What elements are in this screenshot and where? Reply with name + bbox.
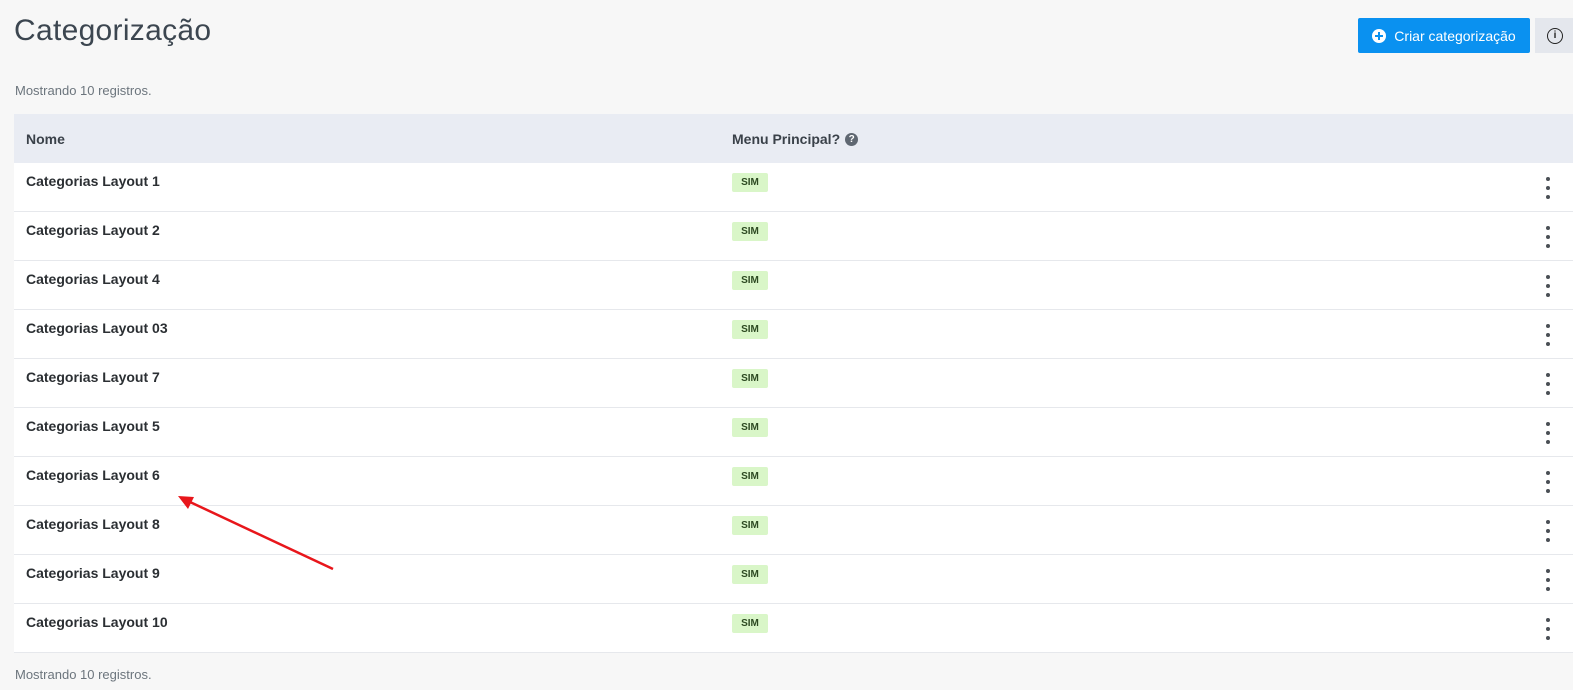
table-header: Nome Menu Principal? ? bbox=[14, 114, 1573, 163]
row-name: Categorias Layout 8 bbox=[26, 516, 160, 532]
menu-principal-badge: SIM bbox=[732, 320, 768, 339]
kebab-dot bbox=[1546, 587, 1550, 591]
table-body: Categorias Layout 1 SIM Categorias Layout … bbox=[14, 163, 1573, 653]
kebab-dot bbox=[1546, 195, 1550, 199]
kebab-menu-icon[interactable] bbox=[1540, 177, 1556, 199]
kebab-dot bbox=[1546, 489, 1550, 493]
kebab-dot bbox=[1546, 324, 1550, 328]
kebab-menu-icon[interactable] bbox=[1540, 520, 1556, 542]
table-row: Categorias Layout 8 SIM bbox=[14, 506, 1573, 555]
kebab-dot bbox=[1546, 284, 1550, 288]
table-row: Categorias Layout 2 SIM bbox=[14, 212, 1573, 261]
kebab-dot bbox=[1546, 431, 1550, 435]
column-header-menu-principal: Menu Principal? ? bbox=[732, 131, 859, 147]
kebab-dot bbox=[1546, 177, 1550, 181]
kebab-dot bbox=[1546, 342, 1550, 346]
column-header-menu-principal-label: Menu Principal? bbox=[732, 131, 841, 147]
kebab-dot bbox=[1546, 440, 1550, 444]
kebab-dot bbox=[1546, 226, 1550, 230]
menu-principal-badge: SIM bbox=[732, 614, 768, 633]
kebab-dot bbox=[1546, 235, 1550, 239]
plus-circle-icon bbox=[1372, 28, 1387, 43]
row-name: Categorias Layout 5 bbox=[26, 418, 160, 434]
kebab-dot bbox=[1546, 480, 1550, 484]
table-row: Categorias Layout 9 SIM bbox=[14, 555, 1573, 604]
menu-principal-badge: SIM bbox=[732, 369, 768, 388]
kebab-menu-icon[interactable] bbox=[1540, 618, 1556, 640]
row-name: Categorias Layout 03 bbox=[26, 320, 168, 336]
page: Categorização Criar categorização i Most… bbox=[0, 0, 1573, 690]
kebab-dot bbox=[1546, 618, 1550, 622]
menu-principal-badge: SIM bbox=[732, 418, 768, 437]
table-row: Categorias Layout 10 SIM bbox=[14, 604, 1573, 653]
kebab-dot bbox=[1546, 627, 1550, 631]
kebab-dot bbox=[1546, 244, 1550, 248]
record-count-bottom: Mostrando 10 registros. bbox=[15, 667, 152, 682]
kebab-dot bbox=[1546, 391, 1550, 395]
kebab-menu-icon[interactable] bbox=[1540, 471, 1556, 493]
menu-principal-badge: SIM bbox=[732, 271, 768, 290]
record-count-top: Mostrando 10 registros. bbox=[15, 83, 152, 98]
create-categorization-button[interactable]: Criar categorização bbox=[1358, 18, 1530, 53]
kebab-menu-icon[interactable] bbox=[1540, 226, 1556, 248]
table-row: Categorias Layout 4 SIM bbox=[14, 261, 1573, 310]
kebab-dot bbox=[1546, 382, 1550, 386]
row-name: Categorias Layout 9 bbox=[26, 565, 160, 581]
kebab-dot bbox=[1546, 471, 1550, 475]
row-name: Categorias Layout 4 bbox=[26, 271, 160, 287]
kebab-dot bbox=[1546, 186, 1550, 190]
menu-principal-badge: SIM bbox=[732, 222, 768, 241]
question-circle-icon[interactable]: ? bbox=[845, 132, 859, 146]
kebab-dot bbox=[1546, 578, 1550, 582]
row-name: Categorias Layout 10 bbox=[26, 614, 168, 630]
kebab-menu-icon[interactable] bbox=[1540, 324, 1556, 346]
info-circle-icon: i bbox=[1547, 27, 1563, 44]
kebab-dot bbox=[1546, 275, 1550, 279]
table-row: Categorias Layout 03 SIM bbox=[14, 310, 1573, 359]
table-row: Categorias Layout 1 SIM bbox=[14, 163, 1573, 212]
table-row: Categorias Layout 6 SIM bbox=[14, 457, 1573, 506]
menu-principal-badge: SIM bbox=[732, 173, 768, 192]
kebab-dot bbox=[1546, 520, 1550, 524]
kebab-menu-icon[interactable] bbox=[1540, 275, 1556, 297]
kebab-dot bbox=[1546, 569, 1550, 573]
kebab-menu-icon[interactable] bbox=[1540, 569, 1556, 591]
menu-principal-badge: SIM bbox=[732, 565, 768, 584]
kebab-menu-icon[interactable] bbox=[1540, 422, 1556, 444]
kebab-dot bbox=[1546, 529, 1550, 533]
info-button[interactable]: i bbox=[1535, 18, 1573, 53]
create-button-label: Criar categorização bbox=[1394, 27, 1516, 44]
categorization-table: Nome Menu Principal? ? Categorias Layout… bbox=[14, 114, 1573, 653]
kebab-dot bbox=[1546, 293, 1550, 297]
menu-principal-badge: SIM bbox=[732, 467, 768, 486]
page-title: Categorização bbox=[14, 14, 212, 47]
kebab-dot bbox=[1546, 636, 1550, 640]
row-name: Categorias Layout 2 bbox=[26, 222, 160, 238]
kebab-dot bbox=[1546, 538, 1550, 542]
row-name: Categorias Layout 1 bbox=[26, 173, 160, 189]
kebab-dot bbox=[1546, 422, 1550, 426]
table-row: Categorias Layout 7 SIM bbox=[14, 359, 1573, 408]
row-name: Categorias Layout 7 bbox=[26, 369, 160, 385]
kebab-dot bbox=[1546, 333, 1550, 337]
table-row: Categorias Layout 5 SIM bbox=[14, 408, 1573, 457]
menu-principal-badge: SIM bbox=[732, 516, 768, 535]
column-header-name: Nome bbox=[26, 131, 65, 147]
kebab-menu-icon[interactable] bbox=[1540, 373, 1556, 395]
row-name: Categorias Layout 6 bbox=[26, 467, 160, 483]
kebab-dot bbox=[1546, 373, 1550, 377]
